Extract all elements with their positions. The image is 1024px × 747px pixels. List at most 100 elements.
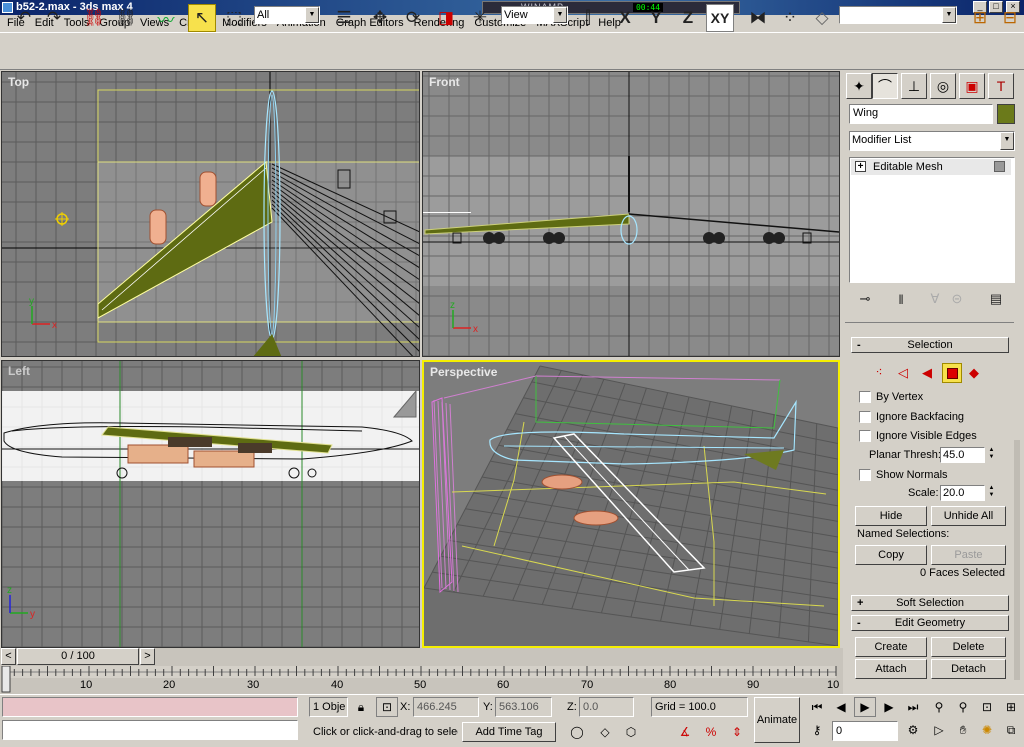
y-coordinate-field[interactable]: 563.106 <box>495 697 552 717</box>
animate-button[interactable]: Animate <box>754 697 800 743</box>
panel-scrollbar[interactable] <box>1014 440 1020 680</box>
squash-icon[interactable]: ✳ <box>466 4 494 32</box>
mirror-icon[interactable]: ⧓ <box>744 4 772 32</box>
current-frame-field[interactable]: 0 <box>832 721 898 741</box>
undo-icon[interactable]: ↶ <box>10 4 38 32</box>
viewport-left[interactable]: yz Left <box>1 360 420 648</box>
pan-icon[interactable]: ✋︎ <box>952 720 974 740</box>
rollout-edit-geometry[interactable]: - Edit Geometry <box>851 615 1009 631</box>
next-frame-icon[interactable]: ▶ <box>878 697 900 717</box>
time-slider-thumb[interactable]: 0 / 100 <box>17 648 139 665</box>
delete-button[interactable]: Delete <box>931 637 1006 657</box>
modifier-stack[interactable] <box>849 157 1015 283</box>
viewport-label-front[interactable]: Front <box>429 75 460 89</box>
snap-3d-icon[interactable]: ⬡ <box>620 722 642 742</box>
copy-button[interactable]: Copy <box>855 545 927 565</box>
scale-icon[interactable]: ◨ <box>432 4 460 32</box>
axis-y-button[interactable]: Y <box>642 4 670 32</box>
time-next-button[interactable]: > <box>140 648 155 665</box>
pin-stack-icon[interactable]: ⊸ <box>853 288 877 310</box>
unlink-icon[interactable]: ⛓ <box>112 4 140 32</box>
scale-spinner[interactable]: ▲ ▼ <box>987 485 996 501</box>
ignore-backfacing-checkbox[interactable] <box>859 411 871 423</box>
array-icon[interactable]: ⁘ <box>776 4 804 32</box>
angle-snap-icon[interactable]: ∡ <box>674 722 696 742</box>
zoom-icon[interactable]: ⚲ <box>928 697 950 717</box>
planar-thresh-spinner[interactable]: ▲ ▼ <box>987 447 996 463</box>
previous-frame-icon[interactable]: ◀ <box>830 697 852 717</box>
play-icon[interactable]: ▶ <box>854 697 876 717</box>
x-coordinate-field[interactable]: 466.245 <box>413 697 479 717</box>
bind-space-warp-icon[interactable]: 〰 <box>152 4 180 32</box>
unhide-all-button[interactable]: Unhide All <box>931 506 1006 526</box>
create-button[interactable]: Create <box>855 637 927 657</box>
axis-z-button[interactable]: Z <box>674 4 702 32</box>
detach-button[interactable]: Detach <box>931 659 1006 679</box>
utilities-icon[interactable]: T <box>988 73 1014 99</box>
create-icon[interactable]: ✦ <box>846 73 872 99</box>
polygon-icon[interactable] <box>942 363 962 383</box>
vertex-icon[interactable]: ⁖ <box>871 365 887 381</box>
viewport-perspective[interactable]: Perspective <box>422 360 840 648</box>
ignore-visible-edges-checkbox[interactable] <box>859 430 871 442</box>
axis-xy-button[interactable]: XY <box>706 4 734 32</box>
time-config-icon[interactable]: ⚙ <box>902 720 924 740</box>
display-icon[interactable]: ▣ <box>959 73 985 99</box>
select-by-name-icon[interactable]: ☰ <box>330 4 358 32</box>
axis-x-button[interactable]: X <box>611 4 639 32</box>
viewport-label-perspective[interactable]: Perspective <box>430 365 497 379</box>
object-color-swatch[interactable] <box>997 104 1015 124</box>
field-of-view-icon[interactable]: ▷ <box>928 720 950 740</box>
maxscript-listener[interactable] <box>2 697 298 717</box>
link-icon[interactable]: ⛓ <box>80 4 108 32</box>
attach-button[interactable]: Attach <box>855 659 927 679</box>
hide-button[interactable]: Hide <box>855 506 927 526</box>
pivot-center-icon[interactable]: ⫿ <box>574 4 602 32</box>
maxscript-input[interactable] <box>2 720 298 740</box>
show-end-result-icon[interactable]: ‖ <box>889 288 913 310</box>
zoom-extents-icon[interactable]: ⊡ <box>976 697 998 717</box>
modify-icon[interactable]: ⌒ <box>872 73 898 99</box>
viewport-front[interactable]: xz Front <box>422 71 840 357</box>
viewport-label-top[interactable]: Top <box>8 75 29 89</box>
z-coordinate-field[interactable]: 0.0 <box>579 697 634 717</box>
viewport-top[interactable]: xy Top <box>1 71 420 357</box>
maximize-viewport-icon[interactable]: ⧉ <box>1000 720 1022 740</box>
viewport-label-left[interactable]: Left <box>8 364 30 378</box>
align-icon[interactable]: ⊞ <box>966 4 994 32</box>
planar-thresh-field[interactable]: 45.0 <box>940 447 985 463</box>
by-vertex-checkbox[interactable] <box>859 391 871 403</box>
object-name-field[interactable]: Wing <box>849 104 993 124</box>
ref-coord-dropdown[interactable]: View ▼ <box>501 6 568 24</box>
go-to-end-icon[interactable]: ⏭ <box>902 697 924 717</box>
key-mode-icon[interactable]: ⚷ <box>806 720 828 740</box>
scale-field[interactable]: 20.0 <box>940 485 985 501</box>
absolute-mode-icon[interactable]: ⊡ <box>376 697 398 717</box>
face-icon[interactable]: ◀ <box>919 365 935 381</box>
region-select-icon[interactable]: ⬚ <box>220 4 248 32</box>
rollout-soft-selection[interactable]: + Soft Selection <box>851 595 1009 611</box>
configure-sets-icon[interactable]: ▤ <box>984 288 1008 310</box>
percent-snap-icon[interactable]: % <box>700 722 722 742</box>
arc-rotate-icon[interactable]: ✺ <box>976 720 998 740</box>
layer-icon[interactable]: ⊟ <box>996 4 1024 32</box>
degradation-override-icon[interactable]: ◇ <box>594 722 616 742</box>
show-normals-checkbox[interactable] <box>859 469 871 481</box>
crossing-selection-icon[interactable]: ◯ <box>566 722 588 742</box>
edge-icon[interactable]: ◁ <box>895 365 911 381</box>
motion-icon[interactable]: ◎ <box>930 73 956 99</box>
spinner-snap-icon[interactable]: ⇕ <box>726 722 748 742</box>
stack-item-toggle[interactable] <box>994 161 1005 172</box>
select-object-icon[interactable]: ↖ <box>188 4 216 32</box>
remove-modifier-icon[interactable]: ⊝ <box>947 288 967 310</box>
selection-filter-dropdown[interactable]: All ▼ <box>254 6 320 24</box>
move-icon[interactable]: ✥ <box>366 4 394 32</box>
rollout-selection[interactable]: - Selection <box>851 337 1009 353</box>
hierarchy-icon[interactable]: ⊥ <box>901 73 927 99</box>
rotate-icon[interactable]: ⟳ <box>399 4 427 32</box>
time-prev-button[interactable]: < <box>1 648 16 665</box>
expand-icon[interactable]: + <box>855 161 866 172</box>
zoom-extents-all-icon[interactable]: ⊞ <box>1000 697 1022 717</box>
lock-selection-icon[interactable]: 🔒︎ <box>350 697 372 717</box>
redo-icon[interactable]: ↷ <box>40 4 68 32</box>
